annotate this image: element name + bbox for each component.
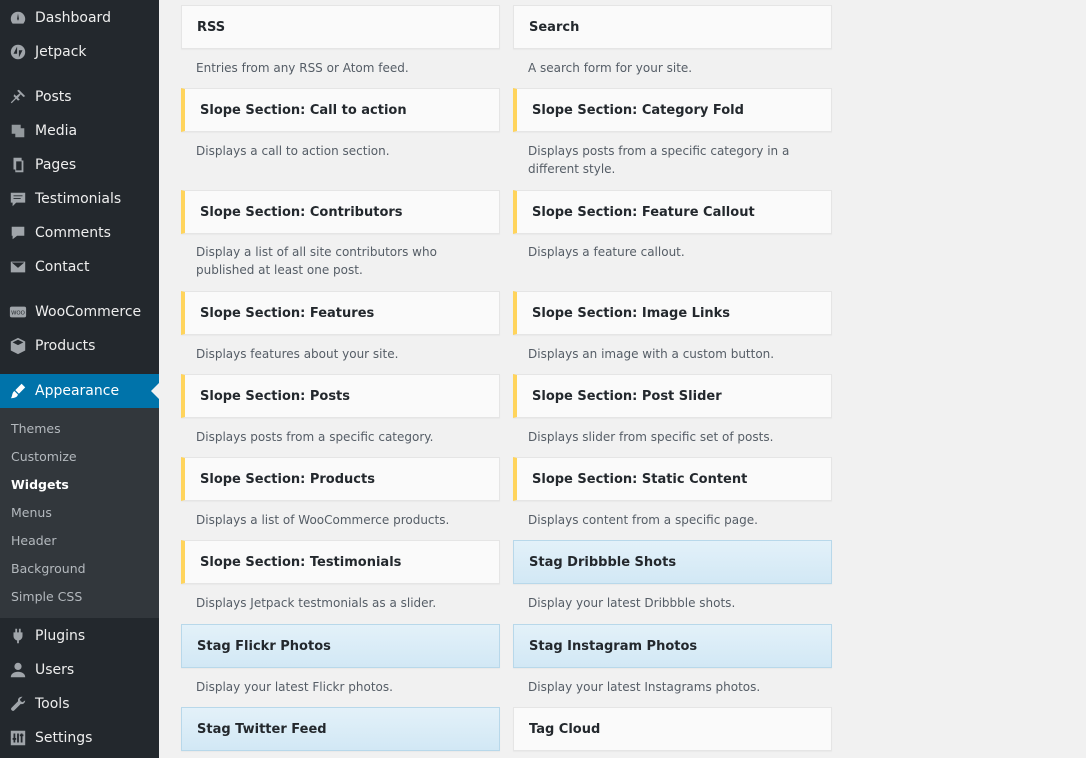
widget-slope-contributors-description: Display a list of all site contributors …	[196, 245, 437, 277]
widget-stag-flickr-photos[interactable]: Stag Flickr Photos	[181, 624, 500, 668]
menu-settings-label: Settings	[35, 730, 93, 746]
wrench-icon	[8, 694, 28, 714]
widget-rss-description: Entries from any RSS or Atom feed.	[196, 61, 409, 75]
menu-testimonials[interactable]: Testimonials	[0, 182, 159, 216]
testimonials-icon	[8, 189, 28, 209]
menu-appearance-label: Appearance	[35, 383, 120, 399]
widget-slope-call-to-action-description: Displays a call to action section.	[196, 144, 390, 158]
widget-tag-cloud[interactable]: Tag Cloud	[513, 707, 832, 751]
menu-appearance[interactable]: Appearance	[0, 374, 159, 408]
pages-icon	[8, 155, 28, 175]
widget-slope-static-content[interactable]: Slope Section: Static Content	[513, 457, 832, 501]
widget-slope-posts-description: Displays posts from a specific category.	[196, 430, 434, 444]
widget-slope-static-content-description: Displays content from a specific page.	[528, 513, 758, 527]
menu-posts-label: Posts	[35, 89, 72, 105]
media-icon	[8, 121, 28, 141]
menu-media[interactable]: Media	[0, 114, 159, 148]
widget-slope-image-links[interactable]: Slope Section: Image Links	[513, 291, 832, 335]
widget-slope-category-fold-description: Displays posts from a specific category …	[528, 144, 790, 176]
widget-slope-features[interactable]: Slope Section: Features	[181, 291, 500, 335]
submenu-themes[interactable]: Themes	[11, 421, 61, 436]
menu-plugins[interactable]: Plugins	[0, 619, 159, 653]
menu-woocommerce[interactable]: WOO WooCommerce	[0, 295, 159, 329]
menu-settings[interactable]: Settings	[0, 721, 159, 755]
menu-dashboard-label: Dashboard	[35, 10, 111, 26]
widget-slope-post-slider[interactable]: Slope Section: Post Slider	[513, 374, 832, 418]
submenu-customize[interactable]: Customize	[11, 449, 77, 464]
paintbrush-icon	[8, 381, 28, 401]
widget-slope-products[interactable]: Slope Section: Products	[181, 457, 500, 501]
widget-slope-features-description: Displays features about your site.	[196, 347, 399, 361]
widget-stag-flickr-photos-description: Display your latest Flickr photos.	[196, 680, 393, 694]
users-icon	[8, 660, 28, 680]
plugin-icon	[8, 626, 28, 646]
menu-contact[interactable]: Contact	[0, 250, 159, 284]
widget-stag-dribbble-shots-description: Display your latest Dribbble shots.	[528, 596, 736, 610]
settings-sliders-icon	[8, 728, 28, 748]
menu-media-label: Media	[35, 123, 78, 139]
dashboard-icon	[8, 8, 28, 28]
jetpack-icon	[8, 42, 28, 62]
widget-slope-contributors[interactable]: Slope Section: Contributors	[181, 190, 500, 234]
menu-users-label: Users	[35, 662, 75, 678]
widget-slope-testimonials[interactable]: Slope Section: Testimonials	[181, 540, 500, 584]
menu-plugins-label: Plugins	[35, 628, 86, 644]
menu-testimonials-label: Testimonials	[35, 191, 122, 207]
widget-slope-feature-callout-description: Displays a feature callout.	[528, 245, 685, 259]
menu-tools[interactable]: Tools	[0, 687, 159, 721]
menu-pages-label: Pages	[35, 157, 77, 173]
pushpin-icon	[8, 87, 28, 107]
widget-search[interactable]: Search	[513, 5, 832, 49]
widget-slope-feature-callout[interactable]: Slope Section: Feature Callout	[513, 190, 832, 234]
widget-stag-instagram-photos-description: Display your latest Instagrams photos.	[528, 680, 761, 694]
menu-contact-label: Contact	[35, 259, 90, 275]
widget-slope-image-links-description: Displays an image with a custom button.	[528, 347, 775, 361]
menu-tools-label: Tools	[35, 696, 70, 712]
widget-slope-products-description: Displays a list of WooCommerce products.	[196, 513, 450, 527]
widget-rss[interactable]: RSS	[181, 5, 500, 49]
widget-stag-instagram-photos[interactable]: Stag Instagram Photos	[513, 624, 832, 668]
menu-jetpack-label: Jetpack	[35, 44, 87, 60]
menu-comments-label: Comments	[35, 225, 111, 241]
menu-dashboard[interactable]: Dashboard	[0, 1, 159, 35]
widget-stag-dribbble-shots[interactable]: Stag Dribbble Shots	[513, 540, 832, 584]
admin-sidebar: Dashboard Jetpack Posts Media Pages Test…	[0, 0, 159, 758]
products-box-icon	[8, 336, 28, 356]
menu-woocommerce-label: WooCommerce	[35, 304, 142, 320]
menu-users[interactable]: Users	[0, 653, 159, 687]
comments-icon	[8, 223, 28, 243]
widget-slope-category-fold[interactable]: Slope Section: Category Fold	[513, 88, 832, 132]
widget-slope-call-to-action[interactable]: Slope Section: Call to action	[181, 88, 500, 132]
submenu-simple-css[interactable]: Simple CSS	[11, 589, 82, 604]
widget-slope-posts[interactable]: Slope Section: Posts	[181, 374, 500, 418]
widget-slope-testimonials-description: Displays Jetpack testmonials as a slider…	[196, 596, 437, 610]
widget-search-description: A search form for your site.	[528, 61, 693, 75]
submenu-background[interactable]: Background	[11, 561, 86, 576]
menu-products-label: Products	[35, 338, 96, 354]
svg-text:WOO: WOO	[11, 311, 25, 317]
menu-pages[interactable]: Pages	[0, 148, 159, 182]
envelope-icon	[8, 257, 28, 277]
menu-comments[interactable]: Comments	[0, 216, 159, 250]
widget-slope-post-slider-description: Displays slider from specific set of pos…	[528, 430, 774, 444]
submenu-widgets[interactable]: Widgets	[11, 477, 69, 492]
menu-posts[interactable]: Posts	[0, 80, 159, 114]
menu-jetpack[interactable]: Jetpack	[0, 35, 159, 69]
submenu-menus[interactable]: Menus	[11, 505, 52, 520]
woocommerce-icon: WOO	[8, 302, 28, 322]
widget-stag-twitter-feed[interactable]: Stag Twitter Feed	[181, 707, 500, 751]
menu-products[interactable]: Products	[0, 329, 159, 363]
submenu-header[interactable]: Header	[11, 533, 57, 548]
